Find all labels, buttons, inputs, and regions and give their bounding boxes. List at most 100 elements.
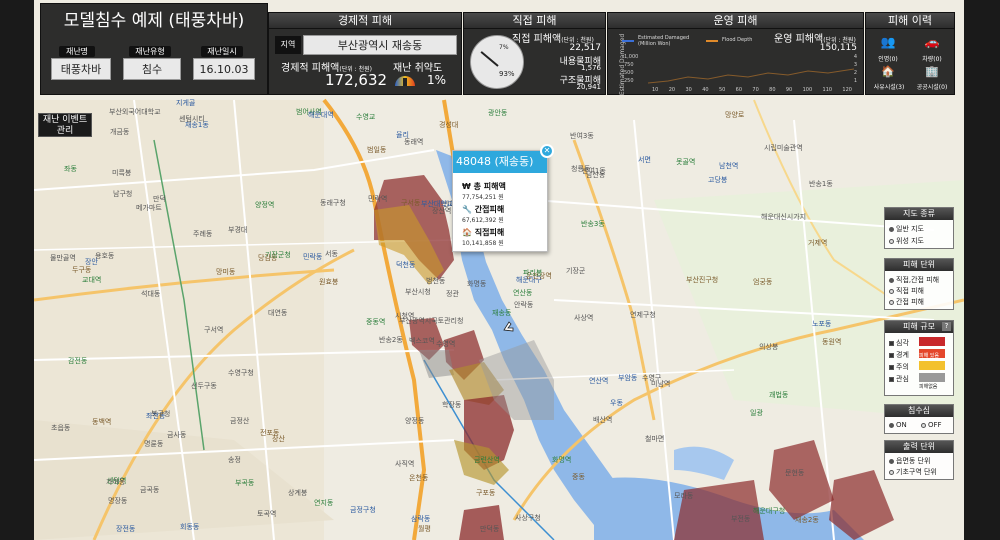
x-tick: 50 xyxy=(718,87,726,93)
map-place-label: 반송3동 xyxy=(581,219,605,228)
field-value-name: 태풍차바 xyxy=(51,58,111,80)
car-icon[interactable]: 🚗 xyxy=(922,35,942,51)
map-type-option-normal[interactable]: 일반 지도 xyxy=(889,224,924,234)
field-value-type: 침수 xyxy=(123,58,181,80)
map-place-label: 재송동 xyxy=(492,309,512,317)
map-place-label: 동백역 xyxy=(92,417,111,426)
map-type-header: 지도 종류 xyxy=(885,208,953,220)
output-unit-base[interactable]: 기초구역 단위 xyxy=(889,467,937,477)
vulnerability-value: 1% xyxy=(427,73,447,87)
map-place-label: 경성대 xyxy=(439,120,458,129)
flood-depth-off[interactable]: OFF xyxy=(921,421,942,429)
map-place-label: 중동 xyxy=(572,473,585,481)
map-place-label: 상계봉 xyxy=(288,488,308,497)
house-icon[interactable]: 🏠 xyxy=(878,65,898,79)
gauge-pct-label: 93% xyxy=(499,70,515,78)
legend-flood-label: Flood Depth xyxy=(722,37,753,43)
x-tick: 70 xyxy=(752,87,759,93)
person-icon[interactable]: 👥 xyxy=(878,35,898,51)
damage-unit-option-indirect[interactable]: 간접 피해 xyxy=(889,297,924,307)
x-ticks: 10 20 30 40 50 60 70 80 90 100 110 120 xyxy=(652,87,852,93)
popup-direct-label: 🏠 직접피해 xyxy=(462,228,505,237)
map-place-label: 부산진구청 xyxy=(686,275,718,284)
map-place-label: 동래구청 xyxy=(320,198,346,207)
map-place-label: 부산시청 xyxy=(405,287,431,296)
damage-unit-option-both[interactable]: 직접,간접 피해 xyxy=(889,275,939,285)
map-place-label: 연제구청 xyxy=(630,311,656,319)
map-type-panel: 지도 종류 일반 지도 위성 지도 xyxy=(884,207,954,249)
map-place-label: 가야동 xyxy=(106,477,126,486)
popup-indirect-value: 67,612,392 원 xyxy=(462,217,504,224)
map-place-label: 양정동 xyxy=(405,416,425,425)
legend-flood-swatch xyxy=(706,40,718,42)
close-icon[interactable]: ✕ xyxy=(540,144,554,158)
scale-option-alert[interactable]: 경계 xyxy=(889,350,909,360)
map-place-label: 덕천동 xyxy=(396,260,416,269)
field-value-date: 16.10.03 xyxy=(193,58,255,80)
map-place-label: 부산외국어대학교 xyxy=(109,107,161,116)
history-item-vehicle[interactable]: 차량(0) xyxy=(916,54,948,63)
region-label: 지역 xyxy=(275,36,301,54)
help-icon[interactable]: ? xyxy=(942,322,951,331)
map-place-label: 광안동 xyxy=(488,108,508,117)
region-select[interactable]: 부산광역시 재송동 xyxy=(303,35,457,55)
map-place-label: 안락동 xyxy=(514,300,534,309)
map-place-label: 거제역 xyxy=(808,238,827,247)
page-title: 모델침수 예제 (태풍차바) xyxy=(63,11,245,31)
scale-option-caution[interactable]: 주의 xyxy=(889,362,909,372)
map-place-label: 고당봉 xyxy=(708,175,728,184)
field-label-name: 재난명 xyxy=(59,46,95,57)
y-tick-right-1: 3 xyxy=(853,62,857,68)
map-place-label: 장전동 xyxy=(116,524,136,533)
title-panel: 모델침수 예제 (태풍차바) 재난명 태풍차바 재난유형 침수 재난일시 16.… xyxy=(40,3,268,95)
map-place-label: 민락역 xyxy=(368,194,387,203)
x-tick: 30 xyxy=(685,87,692,93)
flood-depth-on[interactable]: ON xyxy=(889,421,907,429)
map-place-label: 의상봉 xyxy=(759,342,779,351)
x-tick: 120 xyxy=(842,87,852,93)
map-place-label: 금정산 xyxy=(230,416,250,425)
map-place-label: 연산역 xyxy=(589,376,608,385)
operation-chart-plot xyxy=(648,68,854,84)
scale-option-severe[interactable]: 심각 xyxy=(889,338,909,348)
map-place-label: 배산역 xyxy=(593,415,612,424)
damage-scale-panel: 피해 규모 ? 심각 경계 주의 관심 피해 있음 피해없음 xyxy=(884,320,954,396)
map-place-label: 물만골역 xyxy=(50,253,76,262)
output-unit-dong[interactable]: 읍면동 단위 xyxy=(889,456,930,466)
x-tick: 20 xyxy=(668,87,676,93)
map-place-label: 파리봉 xyxy=(523,268,543,277)
map-place-label: 해운대신시가지 xyxy=(761,212,806,221)
y-tick-left-0: 1,000 xyxy=(624,54,639,60)
map-place-label: 개금동 xyxy=(110,127,130,136)
scale-option-interest[interactable]: 관심 xyxy=(889,374,909,384)
y-tick-right-3: 1 xyxy=(853,78,857,84)
disaster-event-button[interactable]: 재난 이벤트 관리 xyxy=(38,113,92,137)
direct-damage-header: 직접 피해 xyxy=(464,13,605,29)
history-item-private[interactable]: 사유시설(3) xyxy=(868,82,910,91)
map-place-label: 화명역 xyxy=(552,455,571,464)
map-place-label: 동원역 xyxy=(822,337,841,346)
y-tick-left-3: 250 xyxy=(624,78,634,84)
scale-swatch-caution xyxy=(919,361,945,370)
map-place-label: 반송1동 xyxy=(809,179,833,188)
legend-estimated-swatch xyxy=(622,40,634,42)
structure-damage-value: 20,941 xyxy=(576,83,602,91)
map-place-label: 대연동 xyxy=(268,309,288,317)
map-place-label: 금곡동 xyxy=(140,486,160,494)
map-place-label: 전포동 xyxy=(260,428,280,437)
gauge-small-label: 7% xyxy=(499,44,509,51)
region-popup: 48048 (재송동) ✕ ₩ 총 피해액 77,754,251 원 🔧 간접피… xyxy=(452,144,554,252)
map-place-label: 지게골 xyxy=(176,98,196,107)
history-item-person[interactable]: 인명(0) xyxy=(872,54,904,63)
map-place-label: 만덕 xyxy=(153,194,166,203)
map-place-label: 기장군 xyxy=(566,266,586,275)
map-place-label: 율리 xyxy=(396,130,409,139)
map-type-option-satellite[interactable]: 위성 지도 xyxy=(889,236,924,246)
history-item-public[interactable]: 공공시설(0) xyxy=(910,82,954,91)
building-icon[interactable]: 🏢 xyxy=(922,65,942,79)
map-place-label: 양정역 xyxy=(255,200,274,209)
map-place-label: 삼락동 xyxy=(411,514,431,523)
x-tick: 80 xyxy=(769,87,776,93)
damage-unit-option-direct[interactable]: 직접 피해 xyxy=(889,286,924,296)
map-place-label: 연산동 xyxy=(513,288,533,297)
